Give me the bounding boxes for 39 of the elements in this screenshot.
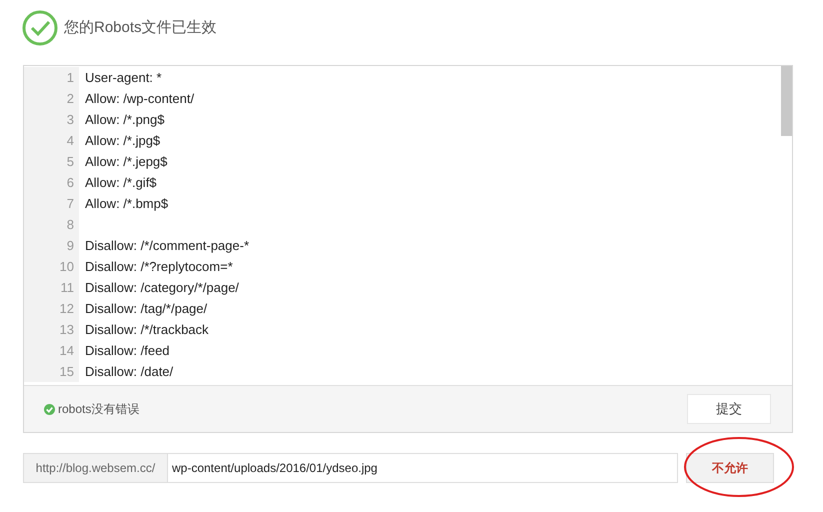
code-line: Allow: /wp-content/ [85, 90, 194, 108]
line-number: 6 [66, 174, 74, 192]
url-input[interactable]: wp-content/uploads/2016/01/ydseo.jpg [168, 453, 678, 483]
code-line: Disallow: /*/trackback [85, 320, 209, 339]
line-number: 2 [66, 90, 74, 108]
submit-button[interactable]: 提交 [687, 394, 771, 424]
status-text: robots没有错误 [58, 401, 140, 418]
code-line: Allow: /*.png$ [85, 110, 164, 129]
code-line: Allow: /*.jpg$ [85, 132, 160, 150]
code-line: Disallow: /date/ [85, 362, 174, 381]
line-number: 7 [66, 194, 74, 213]
check-icon [44, 404, 55, 414]
code-line: Disallow: /tag/*/page/ [85, 300, 208, 318]
code-editor[interactable] [24, 66, 792, 385]
line-number: 8 [66, 216, 74, 234]
code-line: Disallow: /*?replytocom=* [85, 258, 233, 276]
code-line: Disallow: /*/comment-page-* [85, 236, 250, 255]
line-number: 9 [66, 236, 74, 255]
code-line: Allow: /*.gif$ [85, 174, 157, 192]
line-number: 13 [60, 320, 74, 339]
code-line: Allow: /*.bmp$ [85, 194, 168, 213]
scrollbar-thumb[interactable] [781, 66, 792, 136]
code-line: Disallow: /feed [85, 342, 170, 360]
url-prefix: http://blog.websem.cc/ [23, 453, 168, 483]
line-number: 14 [60, 342, 74, 360]
line-number: 15 [60, 362, 74, 381]
line-number: 3 [66, 110, 74, 129]
line-number: 10 [60, 258, 74, 276]
code-line: Allow: /*.jepg$ [85, 152, 168, 171]
line-number: 5 [66, 152, 74, 171]
line-number: 12 [60, 300, 74, 318]
line-number: 11 [60, 278, 74, 297]
line-number: 1 [66, 68, 74, 87]
result-button[interactable]: 不允许 [686, 453, 774, 483]
code-line: User-agent: * [85, 68, 162, 87]
page-title: 您的Robots文件已生效 [64, 18, 217, 38]
check-circle-icon [22, 10, 58, 46]
line-number: 4 [66, 132, 74, 150]
code-line: Disallow: /category/*/page/ [85, 278, 239, 297]
